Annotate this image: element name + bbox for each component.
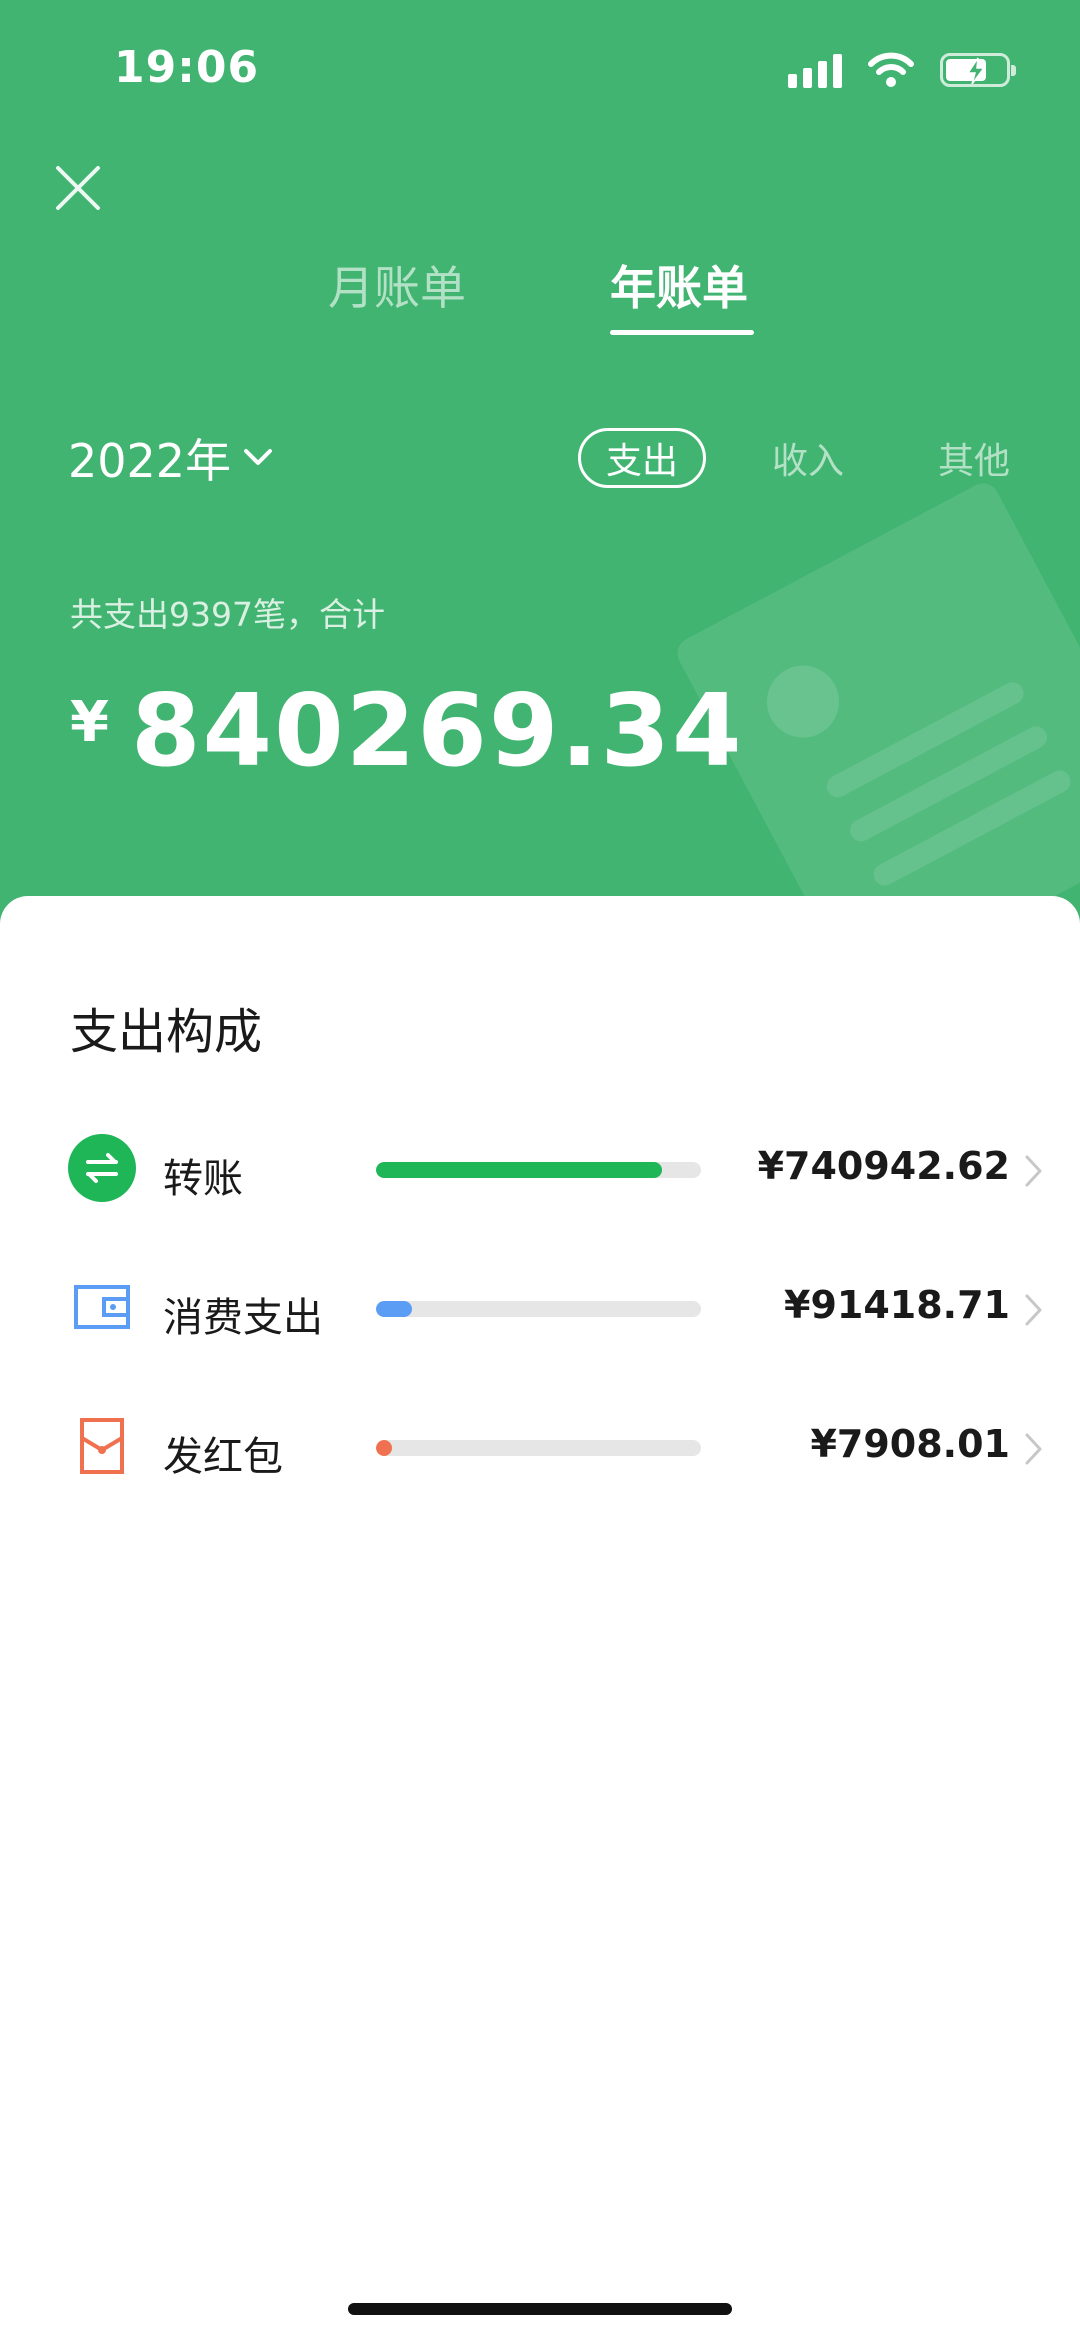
- cellular-signal-icon: [788, 52, 842, 88]
- share-bar-fill: [376, 1440, 392, 1456]
- status-icons: [788, 52, 1016, 88]
- total-amount: ¥ 840269.34: [70, 672, 744, 789]
- status-time: 19:06: [114, 42, 260, 93]
- year-label: 2022年: [68, 434, 232, 488]
- category-name: 转账: [163, 1156, 243, 1202]
- chevron-right-icon: [1025, 1294, 1042, 1326]
- share-bar-fill: [376, 1301, 412, 1317]
- tab-yearly-bill[interactable]: 年账单: [610, 252, 748, 318]
- composition-row-red-packet[interactable]: 发红包 ¥7908.01: [0, 1402, 1080, 1492]
- category-name: 消费支出: [163, 1295, 323, 1341]
- active-tab-indicator: [610, 330, 754, 335]
- chevron-down-icon: [244, 449, 273, 465]
- composition-panel: 支出构成 转账 ¥740942.62 消费支出 ¥91418.71 发红包 ¥7…: [0, 896, 1080, 2338]
- category-amount: ¥740942.62: [757, 1144, 1010, 1188]
- tab-monthly-bill[interactable]: 月账单: [328, 252, 466, 318]
- share-bar-track: [376, 1162, 701, 1178]
- composition-title: 支出构成: [70, 1004, 263, 1060]
- category-amount: ¥7908.01: [810, 1422, 1010, 1466]
- composition-row-consumption[interactable]: 消费支出 ¥91418.71: [0, 1263, 1080, 1353]
- category-amount: ¥91418.71: [784, 1283, 1010, 1327]
- chevron-right-icon: [1025, 1155, 1042, 1187]
- battery-icon: [940, 53, 1016, 87]
- share-bar-fill: [376, 1162, 662, 1178]
- currency-symbol: ¥: [70, 690, 109, 755]
- year-selector[interactable]: 2022年: [68, 425, 273, 491]
- composition-row-transfer[interactable]: 转账 ¥740942.62: [0, 1124, 1080, 1214]
- transfer-icon: [68, 1134, 136, 1202]
- header: 19:06 月账单 年账单 2022年 支出 收入 其他 共支出9397笔，合计…: [0, 0, 1080, 930]
- home-indicator[interactable]: [348, 2303, 732, 2315]
- wifi-icon: [868, 52, 914, 87]
- red-packet-icon: [80, 1418, 124, 1474]
- chevron-right-icon: [1025, 1433, 1042, 1465]
- share-bar-track: [376, 1440, 701, 1456]
- close-button[interactable]: [52, 162, 104, 214]
- category-name: 发红包: [163, 1434, 283, 1480]
- total-value: 840269.34: [130, 672, 744, 789]
- filter-expense[interactable]: 支出: [578, 428, 706, 488]
- wallet-icon: [74, 1285, 130, 1329]
- filter-income[interactable]: 收入: [770, 428, 846, 488]
- filter-other[interactable]: 其他: [936, 428, 1012, 488]
- summary-caption: 共支出9397笔，合计: [70, 595, 385, 634]
- share-bar-track: [376, 1301, 701, 1317]
